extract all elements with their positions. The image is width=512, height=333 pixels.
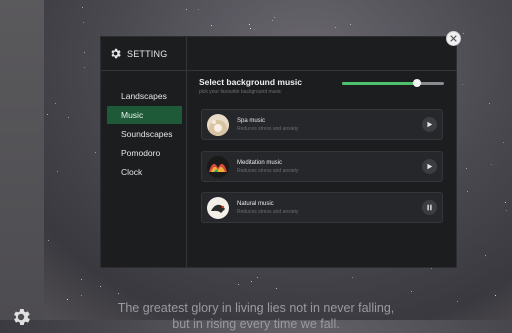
track-name: Natural music — [237, 201, 274, 207]
star — [350, 24, 352, 26]
track-card-spa[interactable]: Spa music Reduces stress and anxiety — [201, 109, 443, 140]
star — [334, 27, 336, 29]
menu-item-clock[interactable]: Clock — [107, 163, 182, 181]
star — [351, 276, 353, 278]
star — [495, 294, 497, 296]
music-header: Select background music pick your favour… — [199, 77, 445, 95]
star — [118, 292, 120, 294]
spa-music-thumbnail — [207, 114, 229, 136]
header-divider — [187, 70, 457, 71]
star — [55, 102, 57, 104]
settings-modal: SETTING Landscapes Music Soundscapes Pom… — [100, 36, 457, 268]
star — [47, 114, 49, 116]
star — [185, 9, 187, 11]
track-name: Spa music — [237, 118, 266, 124]
quote-text: The greatest glory in living lies not in… — [0, 300, 512, 332]
track-description: Reduces stress and anxiety — [237, 126, 299, 132]
star — [274, 16, 276, 18]
pause-button[interactable] — [422, 200, 437, 215]
close-icon — [450, 35, 457, 42]
natural-music-thumbnail — [207, 197, 229, 219]
menu-item-pomodoro[interactable]: Pomodoro — [107, 144, 182, 162]
star — [503, 141, 505, 143]
star — [80, 279, 82, 281]
settings-menu: Landscapes Music Soundscapes Pomodoro Cl… — [107, 87, 182, 182]
star — [466, 190, 468, 192]
play-button[interactable] — [422, 117, 437, 132]
meditation-music-thumbnail — [207, 156, 229, 178]
star — [249, 23, 251, 25]
settings-sidebar: SETTING Landscapes Music Soundscapes Pom… — [101, 37, 187, 267]
star — [253, 28, 255, 30]
play-button[interactable] — [422, 159, 437, 174]
star — [484, 255, 486, 257]
close-button[interactable] — [446, 31, 461, 46]
star — [83, 51, 85, 53]
left-sidebar-strip — [0, 0, 44, 320]
star — [461, 84, 463, 86]
star — [410, 290, 412, 292]
star — [249, 28, 251, 30]
star — [463, 33, 465, 35]
settings-header: SETTING — [101, 37, 187, 71]
star — [505, 209, 507, 211]
star — [84, 66, 86, 68]
star — [100, 285, 102, 287]
play-icon — [427, 163, 433, 170]
track-name: Meditation music — [237, 160, 283, 166]
star — [466, 167, 468, 169]
star — [276, 288, 278, 290]
volume-slider-fill — [342, 82, 418, 85]
menu-item-soundscapes[interactable]: Soundscapes — [107, 125, 182, 143]
star — [271, 20, 273, 22]
track-description: Reduces stress and anxiety — [237, 209, 299, 215]
music-subtitle: pick your favourite background music — [199, 89, 282, 95]
star — [491, 163, 493, 165]
star — [489, 103, 491, 105]
track-card-natural[interactable]: Natural music Reduces stress and anxiety — [201, 192, 443, 223]
star — [198, 8, 200, 10]
menu-item-music[interactable]: Music — [107, 106, 182, 124]
star — [82, 21, 84, 23]
quote-line-2: but in rising every time we fall. — [172, 317, 340, 331]
settings-gear-icon[interactable] — [10, 306, 32, 328]
star — [250, 280, 252, 282]
star — [57, 170, 59, 172]
star — [431, 268, 433, 270]
gear-icon — [111, 48, 121, 59]
star — [47, 240, 49, 242]
play-icon — [427, 121, 433, 128]
settings-title: SETTING — [127, 48, 168, 59]
menu-item-landscapes[interactable]: Landscapes — [107, 87, 182, 105]
star — [81, 294, 83, 296]
star — [68, 117, 70, 119]
star — [238, 284, 240, 286]
quote-line-1: The greatest glory in living lies not in… — [117, 301, 395, 315]
track-card-meditation[interactable]: Meditation music Reduces stress and anxi… — [201, 151, 443, 182]
star — [256, 277, 258, 279]
star — [211, 24, 213, 26]
volume-slider[interactable] — [342, 79, 444, 87]
star — [94, 152, 96, 153]
track-description: Reduces stress and anxiety — [237, 168, 299, 174]
star — [505, 201, 507, 203]
pause-icon — [427, 204, 432, 211]
star — [82, 6, 84, 8]
